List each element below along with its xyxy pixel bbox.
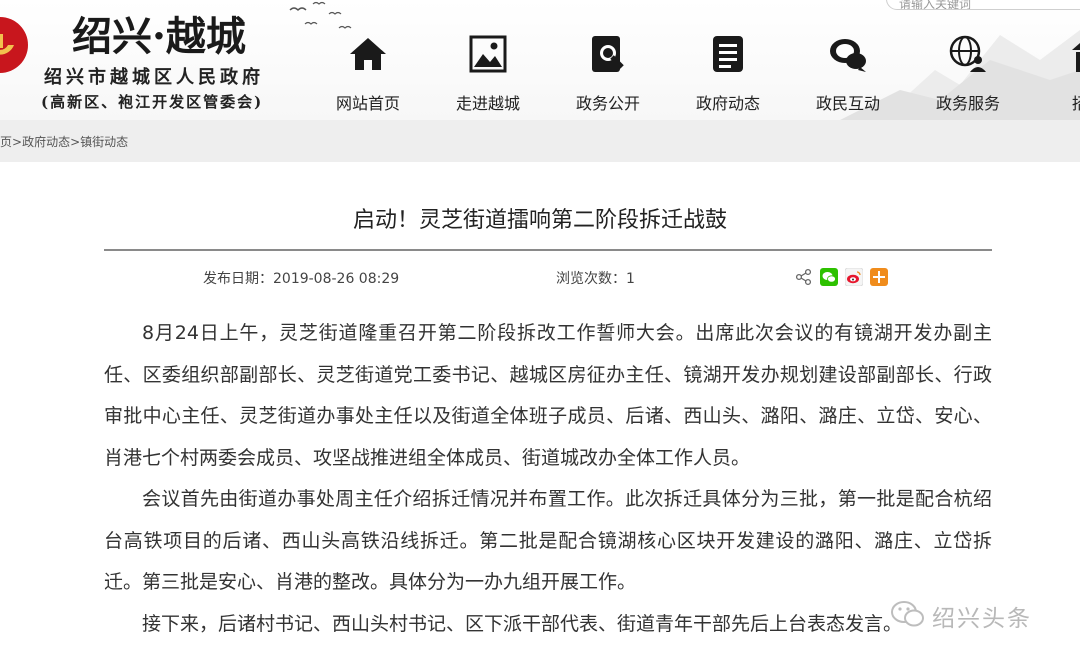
nav-label: 政民互动	[815, 94, 880, 113]
watermark-text: 绍兴头条	[932, 606, 1032, 632]
document-search-icon	[592, 36, 624, 72]
nav-label: 政府动态	[695, 94, 760, 113]
more-share-icon[interactable]	[870, 268, 888, 286]
view-count-value: 1	[626, 271, 635, 287]
article-paragraph: 8月24日上午，灵芝街道隆重召开第二阶段拆改工作誓师大会。出席此次会议的有镜湖开…	[104, 322, 992, 469]
nav-item-interaction[interactable]: 政民互动	[788, 28, 908, 118]
nav-label: 走进越城	[455, 94, 520, 113]
logo-main-text: 绍兴·越城	[72, 13, 246, 58]
weibo-icon[interactable]	[845, 268, 863, 286]
nav-label: 网站首页	[335, 94, 400, 113]
article-paragraph: 接下来，后诸村书记、西山头村书记、区下派干部代表、街道青年干部先后上台表态发言。	[142, 612, 903, 635]
publish-date-label: 发布日期：	[203, 271, 273, 287]
news-icon	[713, 36, 743, 72]
share-icon[interactable]	[795, 268, 813, 286]
view-count-label: 浏览次数：	[556, 271, 626, 287]
wechat-icon[interactable]	[820, 268, 838, 286]
breadcrumb-gov-news-link[interactable]: 政府动态	[22, 135, 70, 149]
nav-item-open-gov[interactable]: 政务公开	[548, 28, 668, 118]
site-header: 绍兴·越城 绍兴市越城区人民政府 (高新区、袍江开发区管委会) 请输入关键词 网…	[0, 0, 1080, 120]
gov-name: 绍兴市越城区人民政府	[44, 67, 264, 88]
view-count: 浏览次数：1	[556, 268, 635, 288]
breadcrumb-separator: >	[12, 135, 23, 149]
gov-subtitle: (高新区、袍江开发区管委会)	[41, 93, 264, 111]
building-icon	[1072, 43, 1080, 72]
search-input[interactable]: 请输入关键词	[886, 0, 1080, 10]
nav-item-investment[interactable]: 招商	[1028, 28, 1080, 118]
publish-date-value: 2019-08-26 08:29	[273, 271, 400, 287]
breadcrumb-separator: >	[70, 135, 81, 149]
wechat-watermark-icon	[891, 601, 924, 627]
party-emblem-logo	[0, 17, 28, 73]
yuecheng-calligraphy-logo: 绍兴·越城	[72, 13, 246, 58]
nav-item-home[interactable]: 网站首页	[308, 28, 428, 118]
nav-label: 招商	[1071, 94, 1080, 113]
globe-user-icon	[949, 35, 986, 72]
main-nav: 网站首页 走进越城 政务公开 政府动态 政民互动 政务服务 招	[308, 28, 1080, 118]
breadcrumb-town-news-link[interactable]: 镇街动态	[80, 135, 128, 149]
nav-label: 政务公开	[575, 94, 640, 113]
chat-icon	[830, 39, 866, 72]
article-paragraph: 会议首先由街道办事处周主任介绍拆迁情况并布置工作。此次拆迁具体分为三批，第一批是…	[104, 488, 992, 593]
share-bar	[795, 268, 888, 286]
article-body: 8月24日上午，灵芝街道隆重召开第二阶段拆改工作誓师大会。出席此次会议的有镜湖开…	[104, 313, 992, 645]
nav-item-gov-news[interactable]: 政府动态	[668, 28, 788, 118]
nav-item-about[interactable]: 走进越城	[428, 28, 548, 118]
publish-date: 发布日期：2019-08-26 08:29	[203, 268, 399, 288]
title-divider	[104, 249, 992, 251]
home-icon	[350, 38, 386, 70]
breadcrumb-bar: 页>政府动态>镇街动态	[0, 120, 1080, 162]
article-title: 启动！灵芝街道擂响第二阶段拆迁战鼓	[352, 208, 727, 233]
nav-item-services[interactable]: 政务服务	[908, 28, 1028, 118]
nav-label: 政务服务	[935, 94, 1000, 113]
breadcrumb: 页>政府动态>镇街动态	[0, 133, 128, 150]
source-watermark: 绍兴头条	[890, 597, 1060, 633]
picture-icon	[469, 35, 507, 73]
breadcrumb-home-link[interactable]: 页	[0, 135, 12, 149]
